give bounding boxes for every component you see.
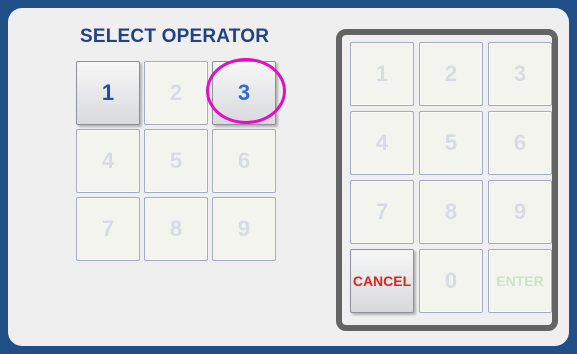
keypad-key-1[interactable]: 1 — [350, 42, 414, 106]
operator-button-4[interactable]: 4 — [76, 129, 140, 193]
operator-button-6[interactable]: 6 — [212, 129, 276, 193]
highlight-ring — [206, 58, 286, 124]
operator-button-1[interactable]: 1 — [76, 61, 140, 125]
operator-button-2[interactable]: 2 — [144, 61, 208, 125]
keypad-key-9[interactable]: 9 — [488, 180, 552, 244]
operator-button-7[interactable]: 7 — [76, 197, 140, 261]
enter-button[interactable]: ENTER — [488, 249, 552, 313]
keypad-key-4[interactable]: 4 — [350, 111, 414, 175]
keypad-key-6[interactable]: 6 — [488, 111, 552, 175]
cancel-button[interactable]: CANCEL — [350, 249, 414, 313]
keypad-key-5[interactable]: 5 — [419, 111, 483, 175]
operator-button-5[interactable]: 5 — [144, 129, 208, 193]
operator-button-9[interactable]: 9 — [212, 197, 276, 261]
select-operator-title: SELECT OPERATOR — [80, 26, 270, 47]
keypad-key-3[interactable]: 3 — [488, 42, 552, 106]
operator-button-8[interactable]: 8 — [144, 197, 208, 261]
keypad-key-8[interactable]: 8 — [419, 180, 483, 244]
keypad-key-2[interactable]: 2 — [419, 42, 483, 106]
keypad-key-0[interactable]: 0 — [419, 249, 483, 313]
keypad-key-7[interactable]: 7 — [350, 180, 414, 244]
